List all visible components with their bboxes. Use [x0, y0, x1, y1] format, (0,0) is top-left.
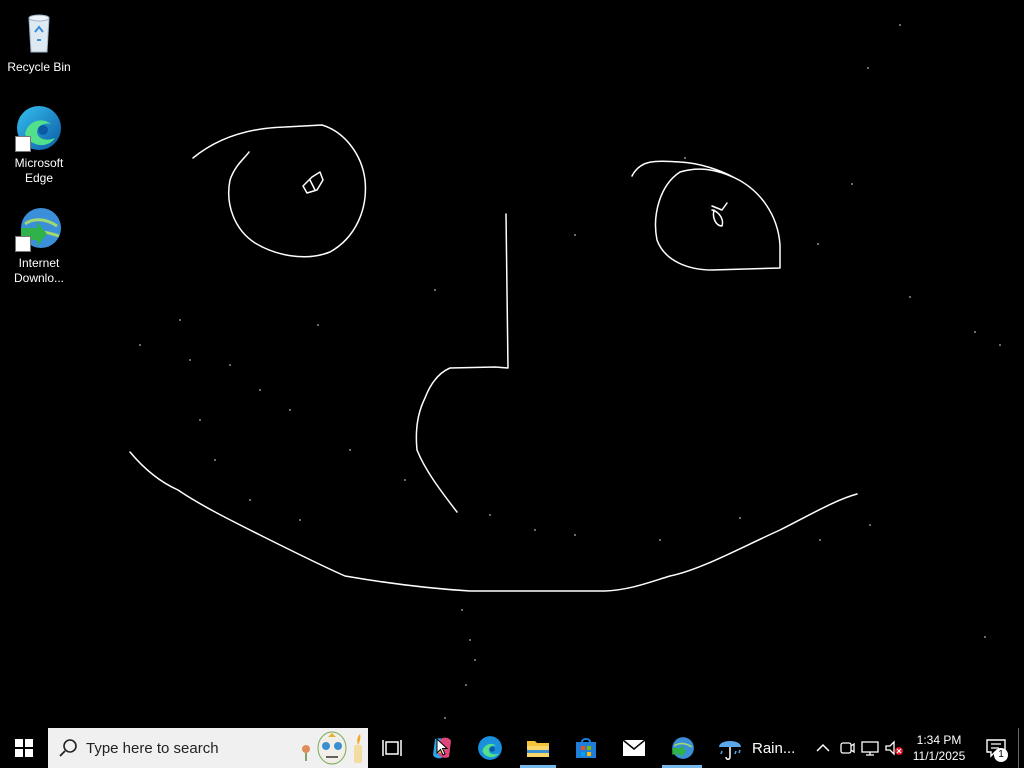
mouth-stroke [129, 451, 858, 592]
shortcut-arrow-icon [15, 136, 31, 152]
taskbar-app-internet-download-manager[interactable] [658, 728, 706, 768]
desktop-icon-internet-download-manager[interactable]: Internet Downlo... [2, 204, 76, 286]
camera-icon [840, 742, 855, 754]
desktop-icon-microsoft-edge[interactable]: Microsoft Edge [2, 104, 76, 186]
tray-meet-now-button[interactable] [836, 728, 858, 768]
right-eye-stroke [631, 160, 781, 271]
freehand-face-drawing [129, 24, 1001, 719]
weather-widget[interactable]: Rain... [716, 728, 800, 768]
clock-time: 1:34 PM [916, 733, 962, 747]
shortcut-arrow-icon [15, 236, 31, 252]
clock[interactable]: 1:34 PM 11/1/2025 [906, 728, 972, 768]
taskbar-app-microsoft-store[interactable] [562, 728, 610, 768]
action-center-button[interactable]: 1 [978, 728, 1014, 768]
desktop-icon-recycle-bin[interactable]: Recycle Bin [2, 8, 76, 75]
internet-download-manager-icon [15, 204, 63, 252]
show-hidden-icons-button[interactable] [810, 728, 836, 768]
network-icon [861, 741, 879, 756]
mail-icon [622, 739, 646, 756]
start-button[interactable] [0, 728, 48, 768]
taskbar-app-mail[interactable] [610, 728, 658, 768]
right-pupil-stroke [711, 202, 728, 227]
search-box[interactable]: Type here to search [48, 728, 368, 768]
edge-icon [15, 104, 63, 152]
windows-logo-icon [15, 739, 33, 757]
chevron-up-icon [816, 743, 830, 752]
show-desktop-button[interactable] [1018, 728, 1019, 768]
volume-muted-icon [885, 740, 903, 756]
desktop-icon-label: Recycle Bin [7, 60, 71, 74]
recycle-bin-icon [15, 8, 63, 56]
tray-volume-button[interactable] [882, 728, 906, 768]
nose-stroke [415, 213, 509, 513]
desktop[interactable]: Recycle Bin Microsoft Edge Internet Down… [0, 0, 1024, 728]
mouse-cursor-icon [436, 738, 448, 756]
taskbar-app-file-explorer[interactable] [514, 728, 562, 768]
microsoft-store-icon [576, 738, 596, 758]
edge-icon [478, 736, 502, 760]
notification-count-badge: 1 [994, 748, 1008, 762]
task-view-button[interactable] [368, 728, 416, 768]
search-placeholder: Type here to search [86, 739, 219, 757]
tray-network-button[interactable] [858, 728, 882, 768]
search-icon [59, 739, 77, 757]
desktop-icon-label: Internet Downlo... [13, 256, 65, 285]
desktop-icon-label: Microsoft Edge [14, 156, 64, 185]
taskbar: Type here to search Rain... 1:34 PM 11/1… [0, 728, 1024, 768]
left-pupil-stroke [302, 171, 324, 194]
search-highlight-day-of-the-dead-icon [302, 731, 362, 765]
file-explorer-icon [527, 741, 549, 757]
clock-date: 11/1/2025 [912, 749, 966, 763]
task-view-icon [382, 740, 402, 756]
weather-text: Rain... [752, 739, 796, 757]
left-eye-stroke [192, 124, 367, 258]
taskbar-app-edge[interactable] [466, 728, 514, 768]
internet-download-manager-icon [672, 737, 694, 759]
rain-umbrella-icon [719, 741, 741, 760]
